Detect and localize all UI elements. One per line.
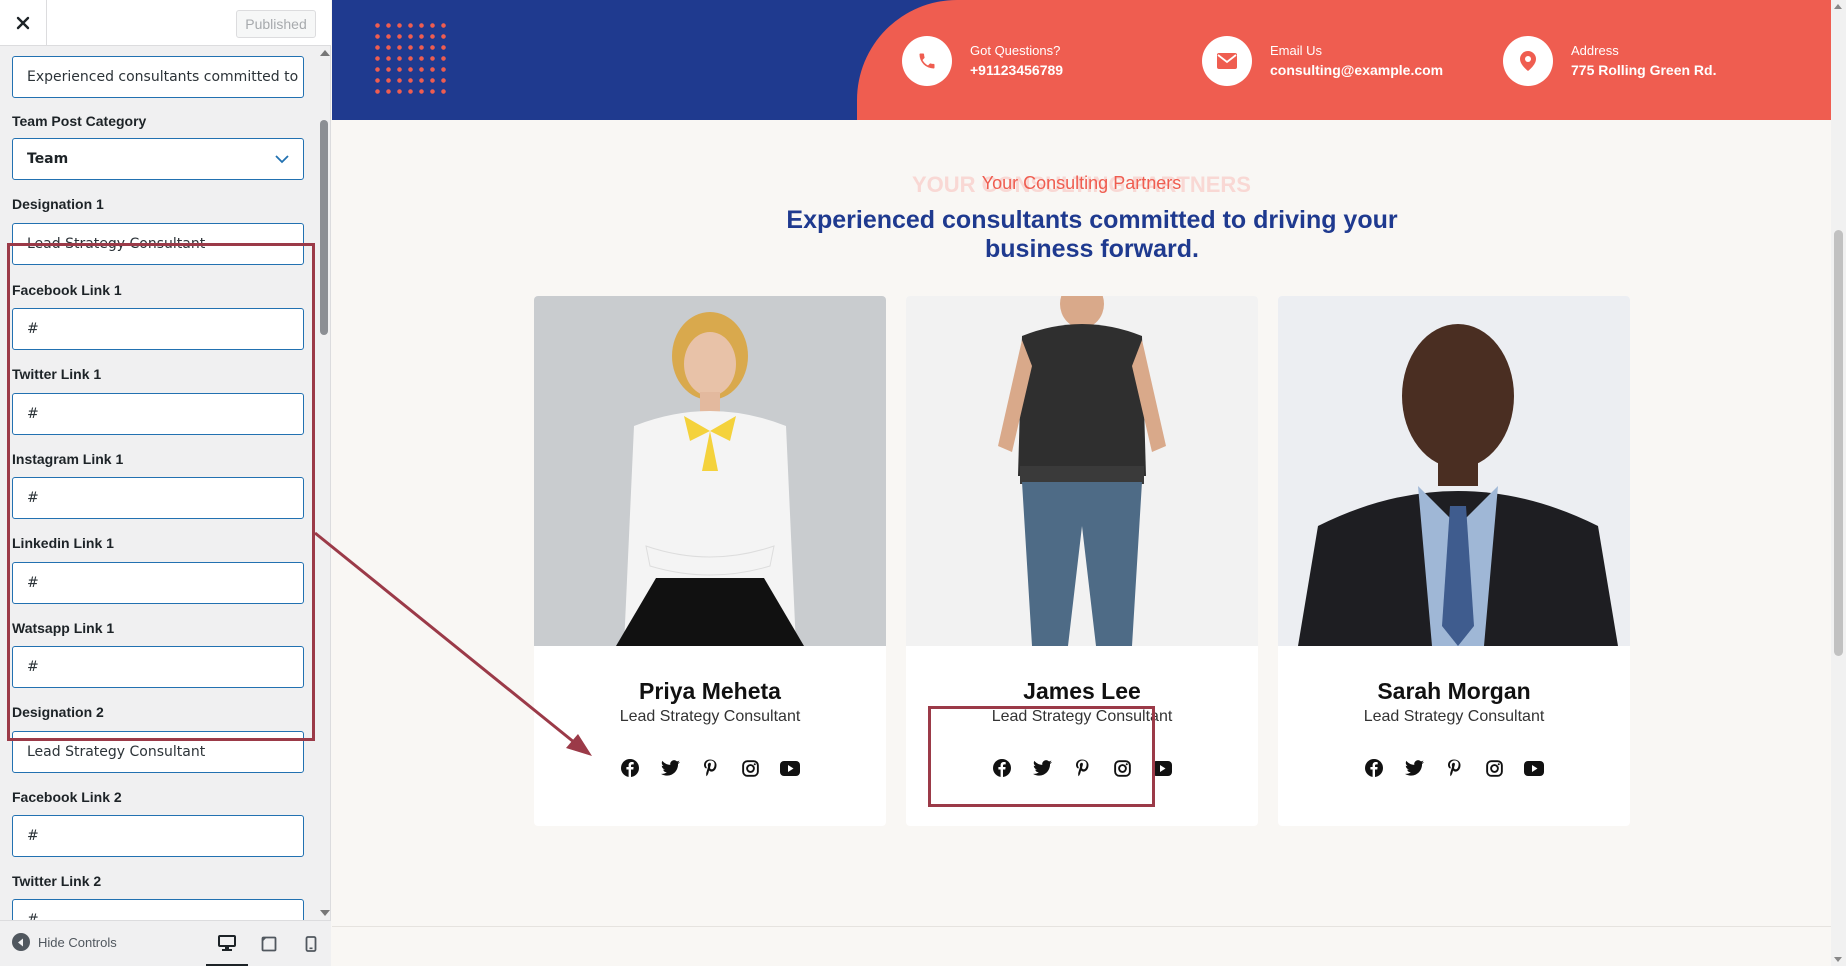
- linkedin1-label: Linkedin Link 1: [12, 535, 114, 551]
- instagram-icon[interactable]: [740, 758, 760, 778]
- section-subtitle: Your Consulting Partners: [981, 173, 1182, 193]
- designation1-label: Designation 1: [12, 196, 104, 212]
- published-button[interactable]: Published: [236, 10, 316, 38]
- twitter-icon[interactable]: [1404, 758, 1424, 778]
- decorative-dots: [372, 20, 448, 100]
- designation2-label: Designation 2: [12, 704, 104, 720]
- hide-controls-button[interactable]: Hide Controls: [12, 933, 117, 951]
- preview-scrollbar[interactable]: [1831, 0, 1846, 966]
- contact-phone[interactable]: Got Questions? +91123456789: [902, 36, 1063, 86]
- close-icon: [16, 16, 30, 30]
- team-name-2: James Lee: [1023, 678, 1141, 704]
- team-socials-3: [1278, 758, 1630, 778]
- phone-icon: [902, 36, 952, 86]
- team-socials-1: [534, 758, 886, 778]
- instagram1-input[interactable]: #: [12, 477, 304, 519]
- facebook-icon[interactable]: [620, 758, 640, 778]
- category-label: Team Post Category: [12, 113, 147, 129]
- team-photo-3: [1278, 296, 1630, 646]
- desktop-preview-button[interactable]: [206, 921, 248, 966]
- team-card-3: Sarah Morgan Lead Strategy Consultant: [1278, 296, 1630, 826]
- pinterest-icon[interactable]: [1072, 758, 1092, 778]
- team-role-2: Lead Strategy Consultant: [991, 708, 1173, 725]
- facebook-icon[interactable]: [992, 758, 1012, 778]
- youtube-icon[interactable]: [1524, 758, 1544, 778]
- instagram1-label: Instagram Link 1: [12, 451, 124, 467]
- facebook1-label: Facebook Link 1: [12, 282, 122, 298]
- contact-email-label: Email Us: [1270, 43, 1323, 58]
- contact-address-value: 775 Rolling Green Rd.: [1571, 62, 1717, 78]
- designation2-input[interactable]: Lead Strategy Consultant: [12, 731, 304, 773]
- location-pin-icon: [1503, 36, 1553, 86]
- team-photo-2: [906, 296, 1258, 646]
- scroll-down-arrow-icon[interactable]: [320, 910, 330, 916]
- sidebar-footer: Hide Controls: [0, 920, 331, 966]
- envelope-icon: [1202, 36, 1252, 86]
- sidebar-scroll-thumb[interactable]: [320, 120, 328, 335]
- team-name-3: Sarah Morgan: [1377, 678, 1531, 704]
- facebook2-input[interactable]: #: [12, 815, 304, 857]
- preview-divider: [332, 926, 1831, 927]
- subtitle-input[interactable]: Experienced consultants committed to dr: [12, 56, 304, 98]
- team-card-2: James Lee Lead Strategy Consultant: [906, 296, 1258, 826]
- mobile-preview-button[interactable]: [290, 921, 332, 966]
- sidebar-controls: Experienced consultants committed to dr …: [0, 46, 331, 920]
- sidebar-scrollbar[interactable]: [317, 46, 331, 920]
- mobile-icon: [305, 936, 317, 952]
- instagram-icon[interactable]: [1484, 758, 1504, 778]
- category-selected-value: Team: [27, 151, 69, 167]
- team-card-1: Priya Meheta Lead Strategy Consultant: [534, 296, 886, 826]
- section-title: Experienced consultants committed to dri…: [786, 206, 1398, 263]
- close-customizer-button[interactable]: [0, 0, 47, 46]
- preview-scroll-up-icon[interactable]: [1834, 4, 1842, 9]
- team-name-1: Priya Meheta: [639, 678, 781, 704]
- twitter2-input[interactable]: #: [12, 899, 304, 920]
- scroll-up-arrow-icon[interactable]: [320, 50, 330, 56]
- contact-address[interactable]: Address 775 Rolling Green Rd.: [1503, 36, 1716, 86]
- facebook1-input[interactable]: #: [12, 308, 304, 350]
- contact-phone-value: +91123456789: [970, 62, 1064, 78]
- team-socials-2: [906, 758, 1258, 778]
- desktop-icon: [218, 934, 236, 951]
- twitter1-input[interactable]: #: [12, 393, 304, 435]
- twitter1-label: Twitter Link 1: [12, 366, 102, 382]
- pinterest-icon[interactable]: [700, 758, 720, 778]
- team-photo-1: [534, 296, 886, 646]
- sidebar-header: Published: [0, 0, 331, 46]
- device-preview-switcher: [206, 921, 332, 966]
- customizer-sidebar: Published Experienced consultants commit…: [0, 0, 331, 966]
- designation1-input[interactable]: Lead Strategy Consultant: [12, 223, 304, 265]
- linkedin1-input[interactable]: #: [12, 562, 304, 604]
- team-role-1: Lead Strategy Consultant: [619, 708, 801, 725]
- preview-scroll-thumb[interactable]: [1834, 230, 1843, 656]
- hide-controls-label: Hide Controls: [38, 934, 117, 950]
- contact-address-label: Address: [1571, 43, 1619, 58]
- youtube-icon[interactable]: [780, 758, 800, 778]
- contact-email[interactable]: Email Us consulting@example.com: [1202, 36, 1443, 86]
- team-role-3: Lead Strategy Consultant: [1363, 708, 1545, 725]
- preview-scroll-down-icon[interactable]: [1834, 957, 1842, 962]
- twitter2-label: Twitter Link 2: [12, 873, 102, 889]
- collapse-arrow-icon: [12, 933, 30, 951]
- facebook2-label: Facebook Link 2: [12, 789, 122, 805]
- instagram-icon[interactable]: [1112, 758, 1132, 778]
- pinterest-icon[interactable]: [1444, 758, 1464, 778]
- site-preview: Got Questions? +91123456789 Email Us con…: [332, 0, 1831, 966]
- category-select[interactable]: Team: [12, 138, 304, 180]
- chevron-down-icon: [275, 154, 289, 163]
- watsapp1-input[interactable]: #: [12, 646, 304, 688]
- contact-email-value: consulting@example.com: [1270, 62, 1444, 78]
- tablet-preview-button[interactable]: [248, 921, 290, 966]
- watsapp1-label: Watsapp Link 1: [12, 620, 115, 636]
- youtube-icon[interactable]: [1152, 758, 1172, 778]
- twitter-icon[interactable]: [660, 758, 680, 778]
- facebook-icon[interactable]: [1364, 758, 1384, 778]
- contact-phone-label: Got Questions?: [970, 43, 1061, 58]
- tablet-icon: [261, 936, 277, 952]
- twitter-icon[interactable]: [1032, 758, 1052, 778]
